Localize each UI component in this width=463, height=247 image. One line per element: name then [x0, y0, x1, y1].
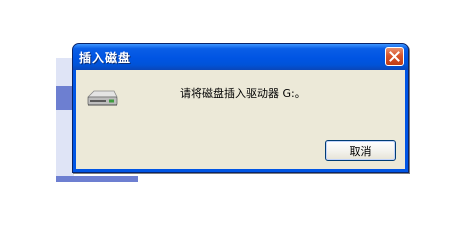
desktop: 插入磁盘 请将磁盘插入驱动器 G:。 取消: [0, 0, 463, 247]
cancel-button[interactable]: 取消: [325, 140, 396, 161]
disk-drive-icon: [85, 85, 119, 113]
dialog-body: 请将磁盘插入驱动器 G:。 取消: [76, 70, 405, 169]
dialog-title: 插入磁盘: [79, 50, 132, 65]
dialog-message: 请将磁盘插入驱动器 G:。: [180, 87, 306, 100]
insert-disk-dialog: 插入磁盘 请将磁盘插入驱动器 G:。 取消: [72, 43, 409, 173]
background-window-bottom: [56, 176, 138, 182]
close-button[interactable]: [385, 47, 404, 66]
close-icon: [389, 51, 400, 62]
dialog-titlebar[interactable]: 插入磁盘: [73, 44, 408, 70]
